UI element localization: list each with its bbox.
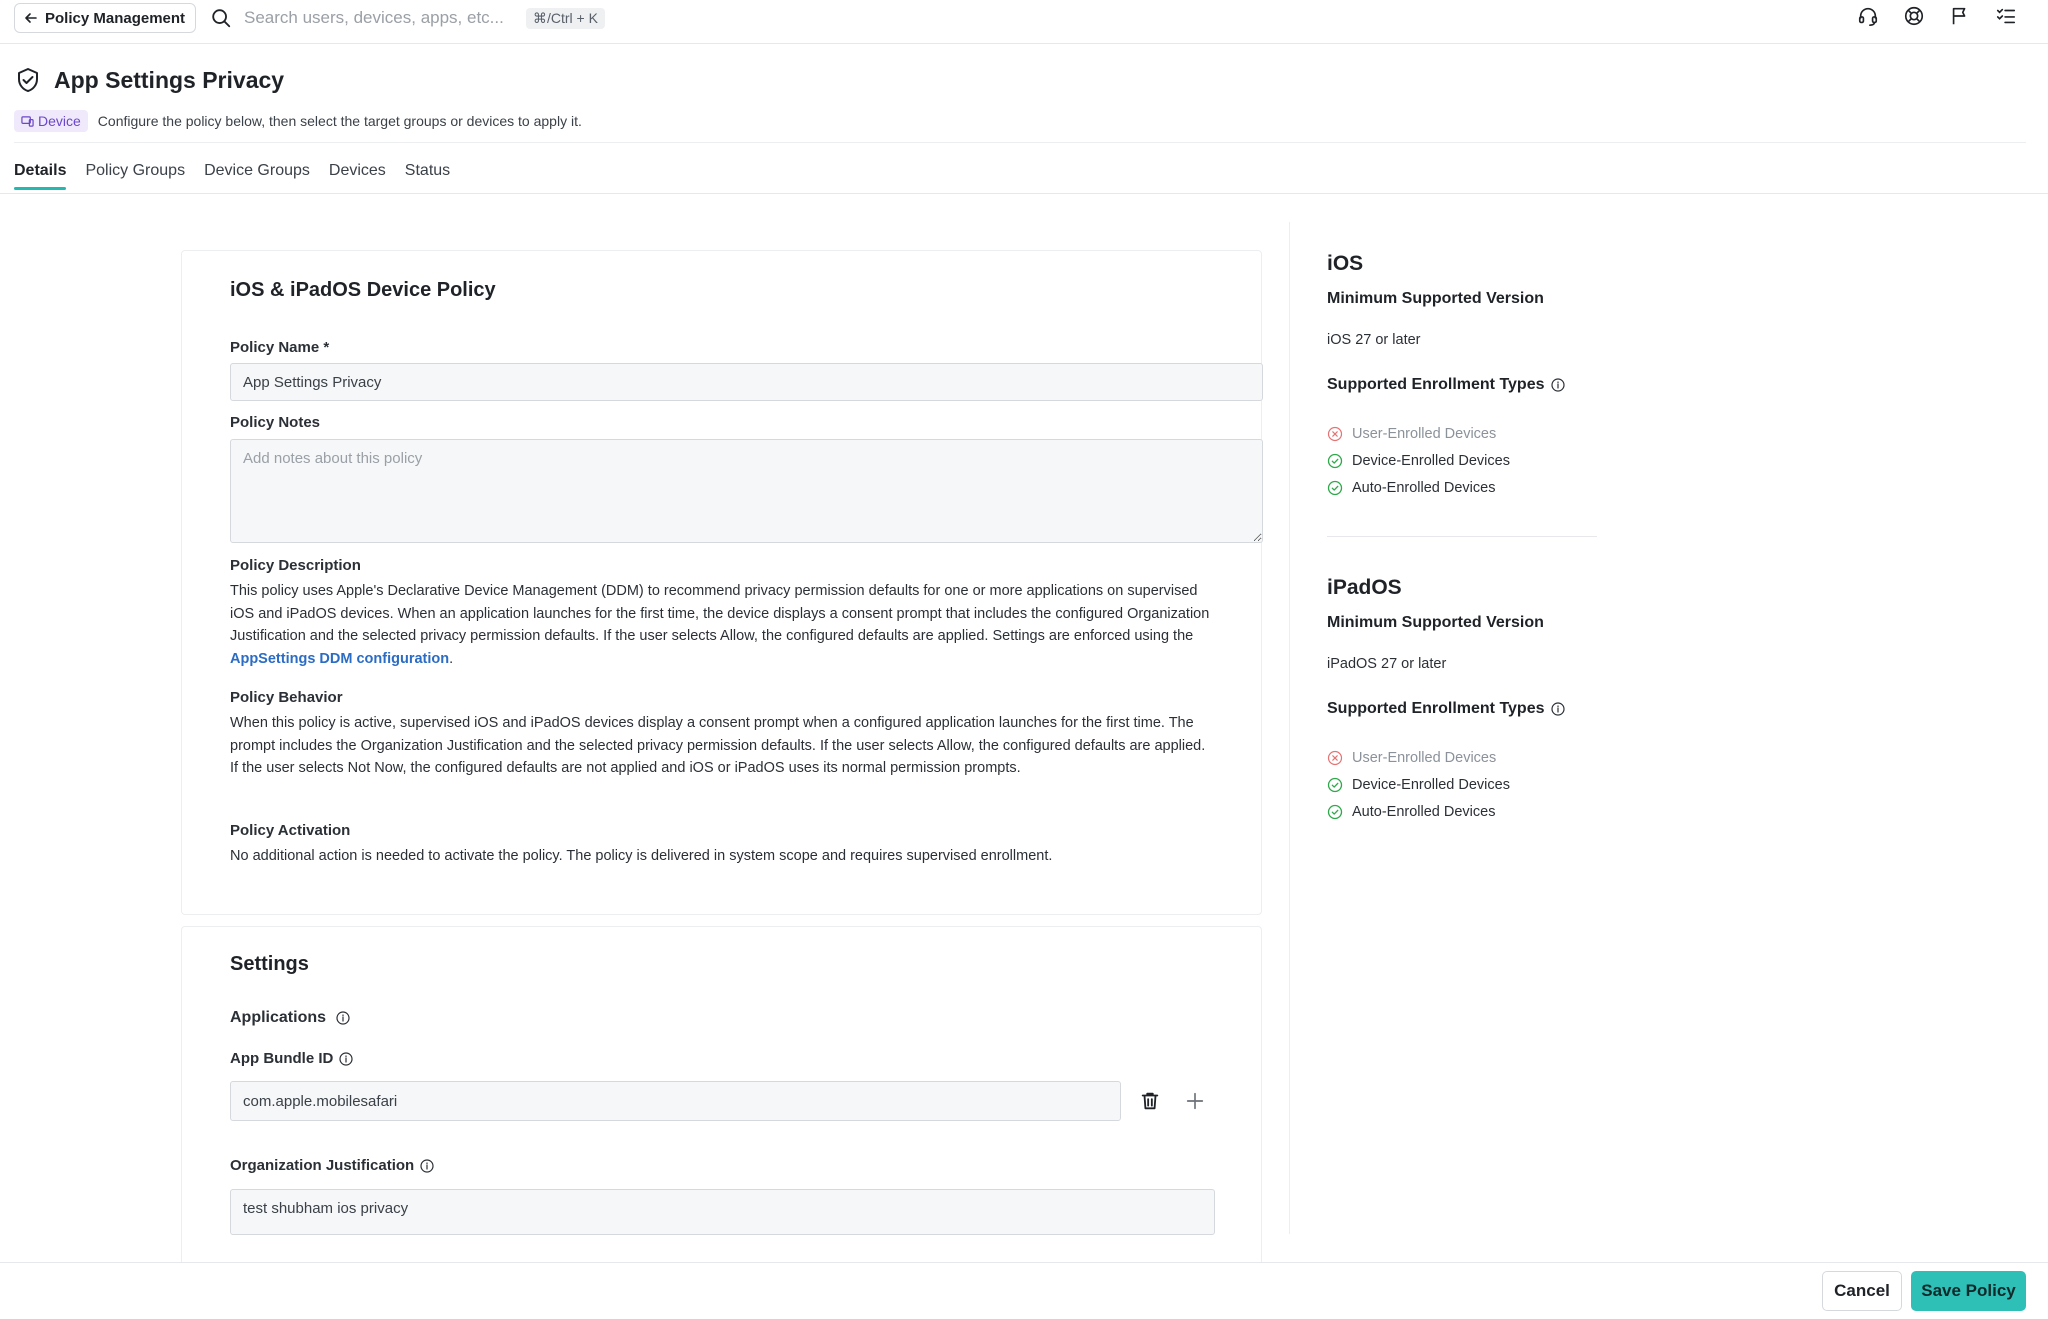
info-icon[interactable]: [336, 1011, 350, 1025]
top-icon-group: [1856, 4, 2018, 28]
device-badge-label: Device: [38, 113, 81, 129]
enrollment-label: User-Enrolled Devices: [1352, 425, 1497, 442]
page-header: App Settings Privacy: [14, 66, 284, 94]
info-icon[interactable]: [420, 1158, 434, 1173]
tab-devices[interactable]: Devices: [329, 162, 386, 190]
check-circle-icon: [1327, 453, 1343, 469]
ipados-enrollment-label: Supported Enrollment Types: [1327, 700, 1565, 718]
applications-label: Applications: [230, 1009, 350, 1027]
action-footer: Cancel Save Policy: [0, 1262, 2048, 1319]
check-circle-icon: [1327, 804, 1343, 820]
org-justification-label: Organization Justification: [230, 1157, 434, 1174]
enrollment-label: Device-Enrolled Devices: [1352, 452, 1510, 469]
applications-label-text: Applications: [230, 1009, 327, 1026]
ipados-title: iPadOS: [1327, 576, 1402, 599]
policy-behavior-label: Policy Behavior: [230, 689, 343, 706]
ipados-min-version: iPadOS 27 or later: [1327, 656, 1447, 672]
globe-icon[interactable]: [1902, 4, 1926, 28]
page-title: App Settings Privacy: [54, 66, 285, 93]
tabs-divider: [0, 193, 2048, 194]
page-subtitle-row: Device Configure the policy below, then …: [14, 110, 582, 132]
policy-name-label: Policy Name *: [230, 339, 330, 356]
list-item: User-Enrolled Devices: [1327, 420, 1510, 447]
policy-activation-label: Policy Activation: [230, 822, 351, 839]
ipados-enrollment-list: User-Enrolled Devices Device-Enrolled De…: [1327, 744, 1510, 825]
policy-description-text: This policy uses Apple's Declarative Dev…: [230, 580, 1215, 670]
policy-card-title: iOS & iPadOS Device Policy: [230, 279, 496, 301]
tab-details[interactable]: Details: [14, 162, 67, 190]
tasks-icon[interactable]: [1994, 4, 2018, 28]
policy-name-input[interactable]: [230, 363, 1263, 401]
policy-description-body: This policy uses Apple's Declarative Dev…: [230, 583, 1210, 644]
info-icon[interactable]: [339, 1051, 353, 1066]
devices-icon: [21, 115, 34, 128]
settings-card: Settings Applications App Bundle ID Orga…: [181, 926, 1262, 1319]
header-divider: [14, 142, 2026, 143]
ios-min-version-label: Minimum Supported Version: [1327, 290, 1544, 307]
shield-check-icon: [14, 66, 42, 94]
search-input[interactable]: [244, 8, 514, 28]
right-column-divider: [1289, 222, 1290, 1234]
search-shortcut-hint: ⌘/Ctrl + K: [526, 7, 605, 29]
top-bar: Policy Management ⌘/Ctrl + K: [0, 0, 2048, 44]
info-icon[interactable]: [1550, 378, 1565, 392]
global-search: ⌘/Ctrl + K: [210, 4, 605, 32]
list-item: User-Enrolled Devices: [1327, 744, 1510, 771]
check-circle-icon: [1327, 777, 1343, 793]
enrollment-label: User-Enrolled Devices: [1352, 749, 1497, 766]
x-circle-icon: [1327, 426, 1343, 442]
enrollment-label: Auto-Enrolled Devices: [1352, 803, 1496, 820]
ios-enrollment-label-text: Supported Enrollment Types: [1327, 376, 1545, 393]
info-icon[interactable]: [1550, 702, 1565, 716]
arrow-left-icon: [23, 10, 39, 26]
org-justification-input[interactable]: [230, 1189, 1215, 1235]
x-circle-icon: [1327, 750, 1343, 766]
trash-icon[interactable]: [1137, 1088, 1163, 1114]
back-to-policy-management-button[interactable]: Policy Management: [14, 3, 197, 33]
policy-notes-textarea[interactable]: [230, 439, 1263, 543]
policy-description-end: .: [449, 650, 454, 667]
device-badge: Device: [14, 110, 88, 132]
save-policy-button[interactable]: Save Policy: [1911, 1271, 2026, 1311]
ipados-min-version-label: Minimum Supported Version: [1327, 614, 1544, 631]
policy-description-label: Policy Description: [230, 557, 361, 574]
policy-notes-label: Policy Notes: [230, 414, 321, 431]
policy-details-card: iOS & iPadOS Device Policy Policy Name *…: [181, 250, 1263, 915]
headset-icon[interactable]: [1856, 4, 1880, 28]
appsettings-ddm-link[interactable]: AppSettings DDM configuration: [230, 651, 449, 667]
list-item: Device-Enrolled Devices: [1327, 771, 1510, 798]
org-justification-label-text: Organization Justification: [230, 1157, 415, 1174]
ipados-enrollment-label-text: Supported Enrollment Types: [1327, 700, 1545, 717]
plus-icon[interactable]: [1182, 1088, 1208, 1114]
enrollment-label: Auto-Enrolled Devices: [1352, 479, 1496, 496]
bundle-id-label-text: App Bundle ID: [230, 1050, 334, 1067]
bundle-id-label: App Bundle ID: [230, 1050, 353, 1067]
platform-divider: [1327, 536, 1597, 537]
back-button-label: Policy Management: [45, 9, 186, 27]
tab-policy-groups[interactable]: Policy Groups: [85, 162, 185, 190]
policy-tabs: Details Policy Groups Device Groups Devi…: [14, 162, 450, 190]
check-circle-icon: [1327, 480, 1343, 496]
ios-min-version: iOS 27 or later: [1327, 332, 1421, 348]
list-item: Auto-Enrolled Devices: [1327, 474, 1510, 501]
flag-icon[interactable]: [1948, 4, 1972, 28]
tab-status[interactable]: Status: [405, 162, 450, 190]
list-item: Auto-Enrolled Devices: [1327, 798, 1510, 825]
ios-enrollment-label: Supported Enrollment Types: [1327, 376, 1565, 394]
cancel-button[interactable]: Cancel: [1822, 1271, 1902, 1311]
bundle-id-input[interactable]: [230, 1081, 1121, 1121]
tab-device-groups[interactable]: Device Groups: [204, 162, 310, 190]
policy-behavior-text: When this policy is active, supervised i…: [230, 715, 1206, 776]
policy-activation-text: No additional action is needed to activa…: [230, 848, 1053, 864]
page-subtitle: Configure the policy below, then select …: [97, 113, 582, 129]
ios-title: iOS: [1327, 252, 1364, 275]
search-icon: [210, 7, 232, 29]
ios-enrollment-list: User-Enrolled Devices Device-Enrolled De…: [1327, 420, 1510, 501]
list-item: Device-Enrolled Devices: [1327, 447, 1510, 474]
enrollment-label: Device-Enrolled Devices: [1352, 776, 1510, 793]
settings-card-title: Settings: [230, 953, 309, 975]
